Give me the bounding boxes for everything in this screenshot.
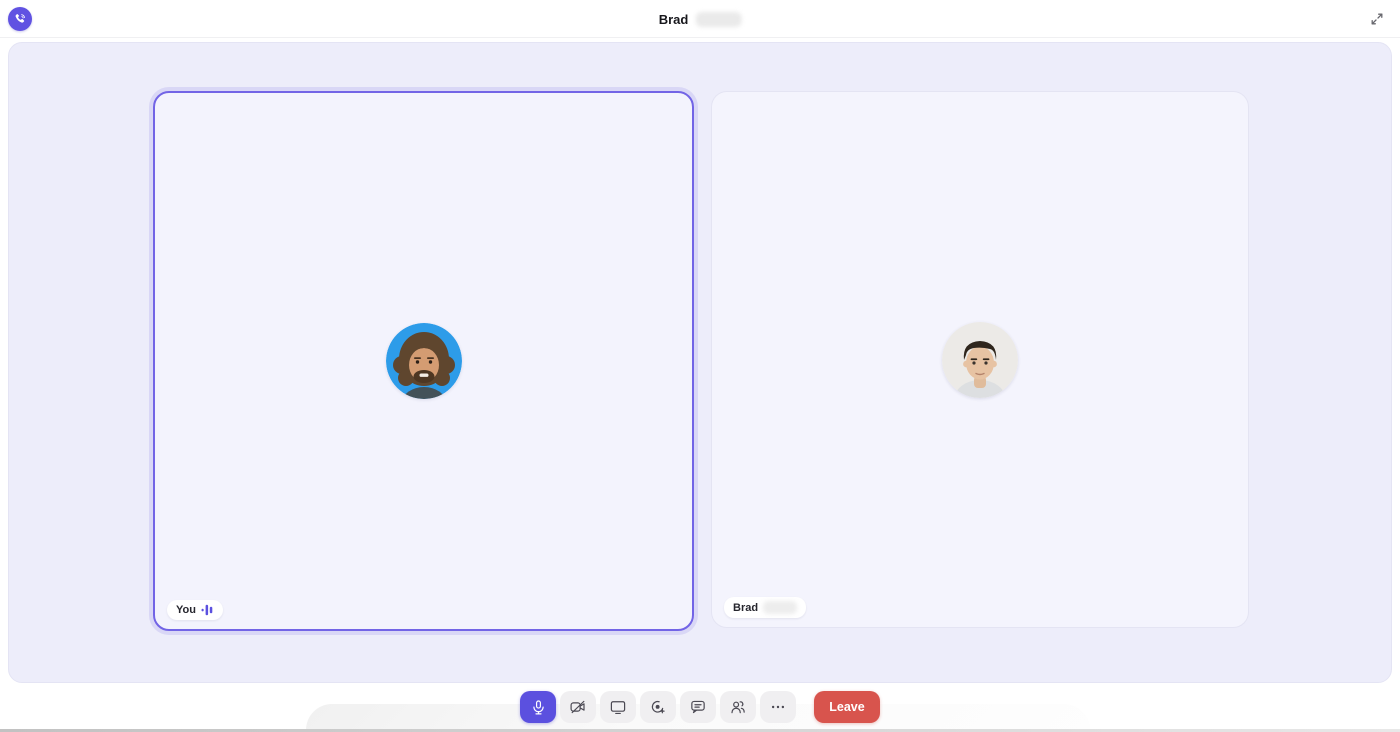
phone-call-icon: [13, 12, 27, 26]
call-status-button[interactable]: [8, 7, 32, 31]
participant-tile-self[interactable]: You: [153, 91, 694, 631]
voice-level-icon: [201, 604, 214, 616]
leave-button[interactable]: Leave: [814, 691, 879, 723]
name-badge-remote: Brad: [724, 597, 806, 618]
record-button[interactable]: [640, 691, 676, 723]
name-badge-self: You: [167, 600, 223, 620]
avatar-remote: [942, 322, 1018, 398]
more-button[interactable]: [760, 691, 796, 723]
expand-button[interactable]: [1369, 11, 1385, 27]
screen-share-icon: [609, 698, 627, 716]
participant-tile-remote[interactable]: Brad: [711, 91, 1249, 628]
header-bar: Brad: [0, 0, 1400, 38]
blurred-last-name: [763, 601, 797, 614]
call-window: Brad: [0, 0, 1400, 732]
call-title-name: Brad: [659, 12, 689, 27]
call-title: Brad: [659, 0, 742, 38]
more-icon: [769, 698, 787, 716]
video-stage: You: [8, 42, 1392, 683]
participants-button[interactable]: [720, 691, 756, 723]
call-controls: Leave: [0, 691, 1400, 723]
avatar-self: [386, 323, 462, 399]
mic-icon: [530, 699, 547, 716]
screen-share-button[interactable]: [600, 691, 636, 723]
camera-button[interactable]: [560, 691, 596, 723]
camera-off-icon: [569, 698, 587, 716]
name-badge-self-label: You: [176, 604, 196, 616]
chat-icon: [689, 698, 707, 716]
record-icon: [649, 698, 667, 716]
participants-icon: [729, 698, 747, 716]
chat-button[interactable]: [680, 691, 716, 723]
expand-icon: [1370, 12, 1384, 26]
blurred-last-name: [695, 12, 741, 27]
mic-button[interactable]: [520, 691, 556, 723]
name-badge-remote-label: Brad: [733, 602, 758, 614]
